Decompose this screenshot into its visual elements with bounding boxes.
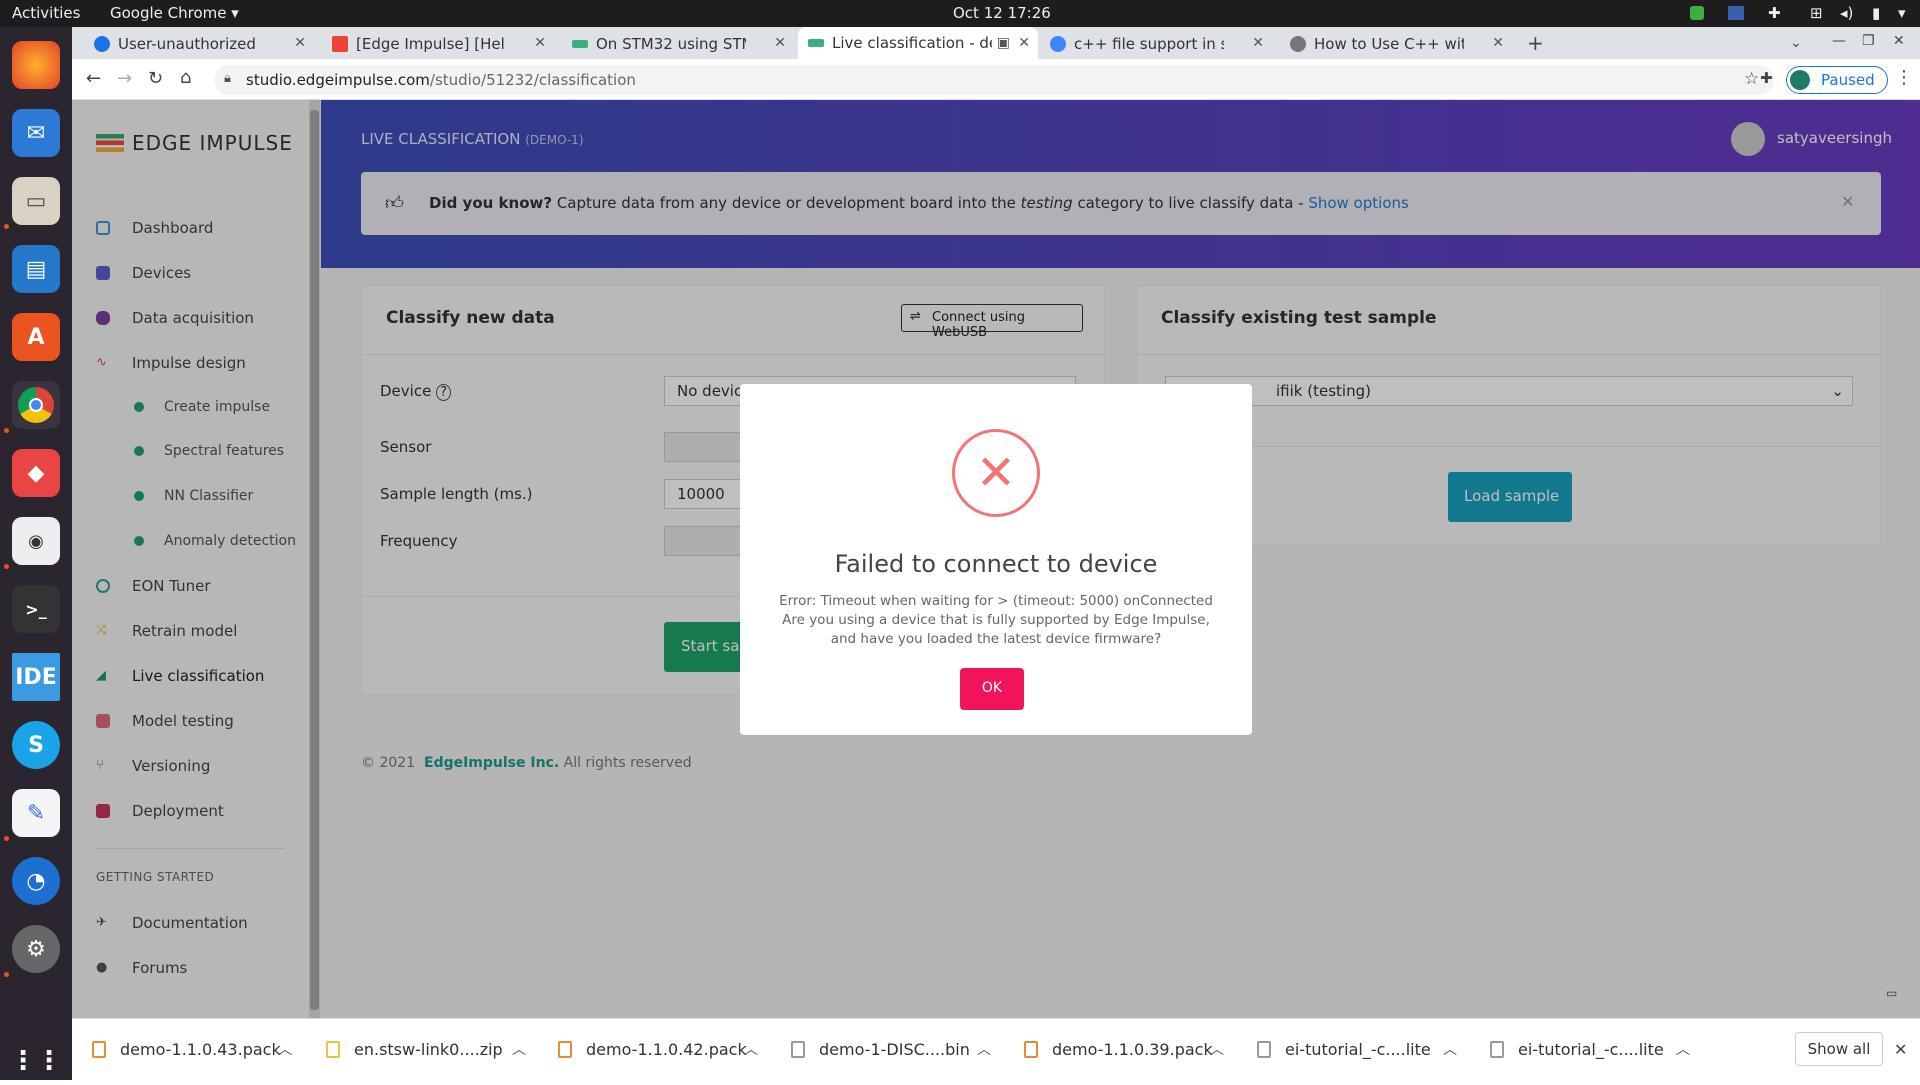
dock: ✉ ▭ ▤ A ◆ ◉ >_ IDE S ✎ ◔ ⚙ ⋮⋮: [0, 27, 72, 1080]
close-tab-icon[interactable]: ✕: [1492, 35, 1504, 51]
close-icon[interactable]: ✕: [1894, 1040, 1907, 1059]
chevron-up-icon[interactable]: ︿: [512, 1039, 526, 1059]
clock[interactable]: Oct 12 17:26: [953, 4, 1051, 22]
battery-icon[interactable]: ▮: [1872, 4, 1880, 22]
archive-file-icon: [558, 1040, 572, 1058]
chevron-up-icon[interactable]: ︿: [977, 1039, 991, 1059]
url-text: studio.edgeimpulse.com/studio/51232/clas…: [246, 71, 636, 89]
timeshift-icon[interactable]: ◔: [12, 857, 60, 905]
chevron-up-icon[interactable]: ︿: [744, 1039, 758, 1059]
download-item[interactable]: demo-1.1.0.42.pack ︿: [558, 1032, 758, 1066]
minimize-icon[interactable]: —: [1832, 33, 1846, 49]
maximize-icon[interactable]: ❐: [1862, 33, 1875, 49]
update-icon[interactable]: [1690, 6, 1704, 20]
tab-edge-impulse-help[interactable]: [Edge Impulse] [Help] Stm✕: [322, 27, 554, 60]
puzzle-tray-icon[interactable]: ✚: [1768, 4, 1781, 22]
network-icon[interactable]: ⊞: [1810, 4, 1823, 22]
lock-icon[interactable]: 🔒︎: [224, 71, 231, 86]
download-item[interactable]: demo-1.1.0.39.pack ︿: [1024, 1032, 1224, 1066]
writer-icon[interactable]: ▤: [12, 245, 60, 293]
profile-button[interactable]: Paused: [1786, 66, 1888, 94]
close-tab-icon[interactable]: ✕: [774, 35, 786, 51]
forward-icon[interactable]: →: [117, 68, 132, 89]
running-indicator: [4, 428, 9, 433]
dialog-message: Error: Timeout when waiting for > (timeo…: [779, 593, 1213, 647]
reload-icon[interactable]: ↻: [148, 68, 163, 89]
files-icon[interactable]: ▭: [12, 177, 60, 225]
document-viewer-icon[interactable]: ◉: [12, 517, 60, 565]
download-item[interactable]: ei-tutorial_-c....lite ︿: [1257, 1032, 1457, 1066]
chrome-icon[interactable]: [12, 381, 60, 429]
favicon: [94, 35, 110, 52]
chevron-up-icon[interactable]: ︿: [1443, 1039, 1457, 1059]
extensions-icon[interactable]: ✚: [1760, 69, 1773, 87]
favicon: [572, 39, 588, 48]
error-x-icon: ✕: [952, 429, 1040, 517]
volume-icon[interactable]: ◂): [1840, 4, 1853, 22]
ok-button[interactable]: OK: [960, 668, 1024, 710]
download-item[interactable]: demo-1-DISC....bin ︿: [791, 1032, 991, 1066]
tab-search-icon[interactable]: ⌄: [1790, 35, 1802, 51]
tab-live-classification[interactable]: Live classification - de ▣ ✕: [798, 27, 1038, 59]
tab-media-icon[interactable]: ▣: [997, 35, 1010, 51]
activities-button[interactable]: Activities: [12, 4, 80, 22]
chevron-up-icon[interactable]: ︿: [1676, 1039, 1690, 1059]
firefox-icon[interactable]: [12, 41, 60, 89]
address-bar[interactable]: 🔒︎ studio.edgeimpulse.com/studio/51232/c…: [214, 65, 1774, 95]
binary-file-icon: [791, 1040, 805, 1058]
archive-file-icon: [92, 1040, 106, 1058]
home-icon[interactable]: ⌂: [180, 67, 191, 88]
tab-how-to-use-cpp[interactable]: How to Use C++ with STM✕: [1280, 27, 1512, 60]
tab-user-unauthorized[interactable]: User-unauthorized ✕: [84, 27, 314, 60]
anydesk-icon[interactable]: ◆: [12, 449, 60, 497]
thunderbird-icon[interactable]: ✉: [12, 109, 60, 157]
close-tab-icon[interactable]: ✕: [1252, 35, 1264, 51]
chrome-menu-icon[interactable]: ⋮: [1895, 67, 1913, 88]
vscode-tray-icon[interactable]: [1728, 6, 1744, 20]
running-indicator: [4, 836, 9, 841]
zip-file-icon: [326, 1040, 340, 1058]
close-tab-icon[interactable]: ✕: [1018, 35, 1030, 51]
favicon: [1290, 35, 1306, 52]
tab-stm32-forum[interactable]: On STM32 using STM32Cu✕: [562, 27, 794, 60]
file-icon: [1257, 1040, 1271, 1058]
close-window-icon[interactable]: ✕: [1893, 33, 1905, 49]
download-item[interactable]: en.stsw-link0....zip ︿: [326, 1032, 526, 1066]
edge-impulse-favicon: [808, 39, 824, 47]
bookmark-star-icon[interactable]: ☆: [1744, 69, 1759, 89]
show-all-button[interactable]: Show all: [1795, 1032, 1883, 1066]
download-item[interactable]: demo-1.1.0.43.pack ︿: [92, 1032, 292, 1066]
show-applications-icon[interactable]: ⋮⋮: [10, 1037, 62, 1085]
tab-cpp-file-support[interactable]: c++ file support in stm32c✕: [1040, 27, 1272, 60]
app-menu[interactable]: Google Chrome ▾: [110, 4, 239, 22]
power-menu-icon[interactable]: ▾: [1898, 4, 1906, 22]
error-dialog: ✕ Failed to connect to device Error: Tim…: [740, 384, 1252, 735]
terminal-icon[interactable]: >_: [12, 585, 60, 633]
new-tab-icon[interactable]: +: [1527, 31, 1544, 55]
avatar: [1790, 70, 1810, 90]
dialog-title: Failed to connect to device: [834, 550, 1158, 578]
system-top-bar: Activities Google Chrome ▾ Oct 12 17:26 …: [0, 0, 1920, 27]
archive-file-icon: [1024, 1040, 1038, 1058]
stm32cubeide-icon[interactable]: IDE: [12, 653, 60, 701]
text-editor-icon[interactable]: ✎: [12, 789, 60, 837]
chevron-up-icon[interactable]: ︿: [278, 1039, 292, 1059]
running-indicator: [4, 564, 9, 569]
gmail-icon: [332, 35, 348, 52]
settings-icon[interactable]: ⚙: [12, 925, 60, 973]
close-tab-icon[interactable]: ✕: [294, 35, 306, 51]
running-indicator: [4, 224, 9, 229]
skype-icon[interactable]: S: [12, 721, 60, 769]
back-icon[interactable]: ←: [86, 68, 101, 89]
file-icon: [1490, 1040, 1504, 1058]
google-icon: [1050, 35, 1066, 52]
download-item[interactable]: ei-tutorial_-c....lite ︿: [1490, 1032, 1690, 1066]
software-center-icon[interactable]: A: [12, 313, 60, 361]
chevron-up-icon[interactable]: ︿: [1210, 1039, 1224, 1059]
running-indicator: [4, 972, 9, 977]
close-tab-icon[interactable]: ✕: [534, 35, 546, 51]
